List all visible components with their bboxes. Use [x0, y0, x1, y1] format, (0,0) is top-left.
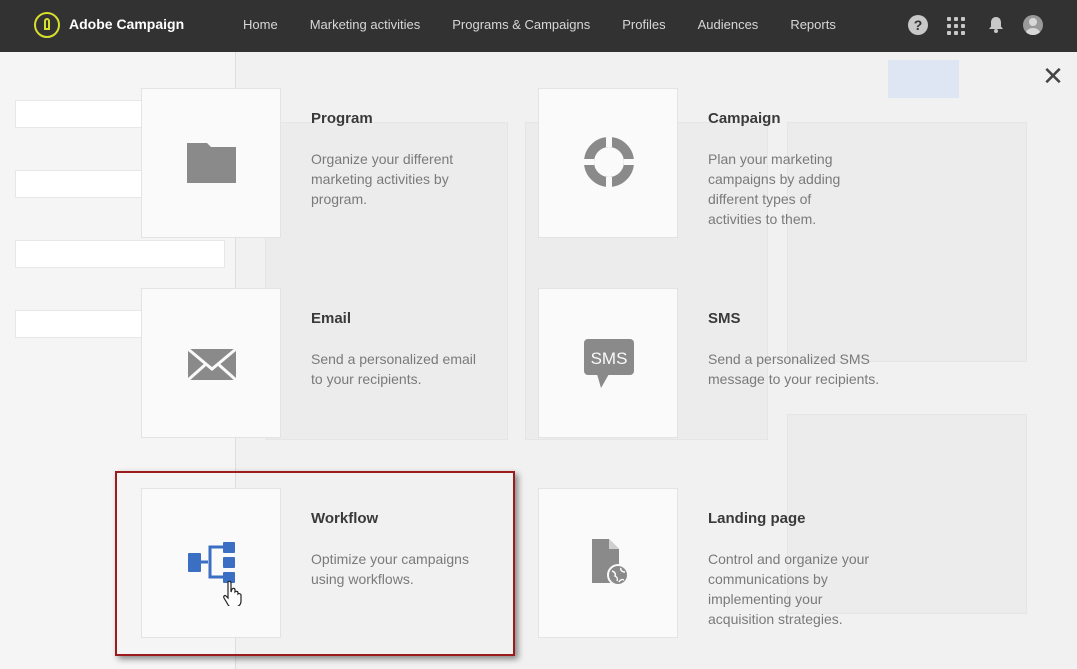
sms-icon: SMS [584, 339, 634, 388]
help-icon[interactable]: ? [908, 15, 928, 35]
campaign-tile-icon-box[interactable] [538, 88, 678, 238]
landing-page-title[interactable]: Landing page [708, 510, 806, 527]
email-title[interactable]: Email [311, 310, 351, 327]
nav-reports[interactable]: Reports [790, 17, 836, 32]
create-button-faded [888, 60, 959, 98]
avatar[interactable] [1023, 15, 1043, 35]
campaign-description: Plan your marketing campaigns by adding … [708, 151, 841, 227]
landing-page-icon [592, 539, 629, 586]
hand-cursor-icon [223, 580, 242, 606]
adobe-campaign-logo[interactable] [34, 12, 60, 38]
workflow-title[interactable]: Workflow [311, 510, 378, 527]
main-nav: Home Marketing activities Programs & Cam… [243, 17, 868, 32]
campaign-title[interactable]: Campaign [708, 110, 781, 127]
nav-profiles[interactable]: Profiles [622, 17, 665, 32]
sms-icon-label: SMS [591, 349, 628, 368]
nav-audiences[interactable]: Audiences [698, 17, 759, 32]
workflow-description: Optimize your campaigns using workflows. [311, 551, 469, 587]
envelope-icon [187, 347, 237, 382]
sms-title[interactable]: SMS [708, 310, 741, 327]
landing-page-tile-icon-box[interactable] [538, 488, 678, 638]
program-tile-icon-box[interactable] [141, 88, 281, 238]
workflow-icon [188, 542, 235, 583]
top-bar: Adobe Campaign Home Marketing activities… [0, 0, 1077, 52]
campaign-icon [582, 135, 636, 189]
program-description: Organize your different marketing activi… [311, 151, 454, 207]
app-name[interactable]: Adobe Campaign [69, 16, 184, 32]
close-icon[interactable]: ✕ [1041, 62, 1065, 90]
email-tile-icon-box[interactable] [141, 288, 281, 438]
email-description: Send a personalized email to your recipi… [311, 351, 476, 387]
sms-tile-icon-box[interactable]: SMS [538, 288, 678, 438]
workflow-tile-icon-box[interactable] [141, 488, 281, 638]
apps-grid-icon[interactable] [946, 15, 966, 35]
landing-page-description: Control and organize your communications… [708, 551, 870, 627]
sms-description: Send a personalized SMS message to your … [708, 351, 880, 387]
bell-icon[interactable] [986, 15, 1006, 35]
program-title[interactable]: Program [311, 110, 373, 127]
folder-icon [187, 143, 236, 183]
nav-marketing-activities[interactable]: Marketing activities [310, 17, 421, 32]
nav-programs-campaigns[interactable]: Programs & Campaigns [452, 17, 590, 32]
nav-home[interactable]: Home [243, 17, 278, 32]
